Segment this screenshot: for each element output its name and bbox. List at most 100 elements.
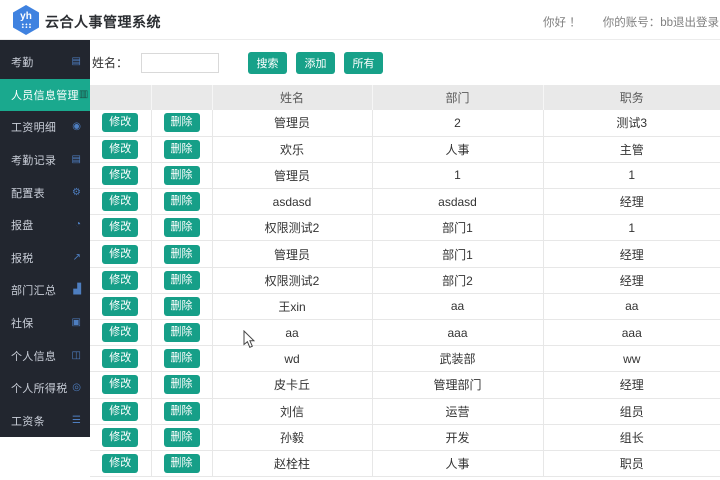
app-title: 云合人事管理系统: [45, 12, 161, 32]
cell-job: 经理: [543, 372, 720, 398]
edit-button[interactable]: 修改: [102, 245, 138, 264]
header-name: 姓名: [212, 85, 372, 110]
header-dept: 部门: [372, 85, 543, 110]
edit-button[interactable]: 修改: [102, 113, 138, 132]
cell-name: 赵栓柱: [212, 450, 372, 476]
delete-button[interactable]: 删除: [164, 349, 200, 368]
cell-name: wd: [212, 346, 372, 372]
cell-name: 管理员: [212, 162, 372, 188]
sidebar-item-label: 工资条: [11, 413, 45, 429]
edit-button[interactable]: 修改: [102, 192, 138, 211]
sidebar-item-attendance-record[interactable]: 考勤记录 ▤: [0, 144, 90, 177]
delete-button[interactable]: 删除: [164, 297, 200, 316]
edit-button[interactable]: 修改: [102, 297, 138, 316]
sidebar-item-tax-report[interactable]: 报税 ↗: [0, 242, 90, 275]
chart-up-icon: ↗: [73, 253, 81, 263]
table-row: 修改 删除 管理员 部门1 经理: [90, 241, 720, 267]
sidebar-item-label: 个人信息: [11, 348, 56, 364]
table-header-row: 姓名 部门 职务: [90, 85, 720, 110]
cell-name: 管理员: [212, 241, 372, 267]
all-button[interactable]: 所有: [344, 52, 383, 74]
bar-chart-icon: ▟: [73, 285, 81, 295]
cell-name: 皮卡丘: [212, 372, 372, 398]
cell-job: aa: [543, 293, 720, 319]
cell-dept: 武装部: [372, 346, 543, 372]
cell-dept: asdasd: [372, 189, 543, 215]
delete-button[interactable]: 删除: [164, 140, 200, 159]
sidebar-nav: 考勤 ▤ 人员信息管理 ▥ 工资明细 ◉ 考勤记录 ▤ 配置表 ⚙ 报盘 ◔ 报…: [0, 40, 90, 437]
sidebar-item-config-table[interactable]: 配置表 ⚙: [0, 176, 90, 209]
cell-dept: 开发: [372, 424, 543, 450]
cell-name: 权限测试2: [212, 267, 372, 293]
table-row: 修改 删除 赵栓柱 人事 职员: [90, 450, 720, 476]
edit-button[interactable]: 修改: [102, 166, 138, 185]
table-row: 修改 删除 权限测试2 部门1 1: [90, 215, 720, 241]
edit-button[interactable]: 修改: [102, 375, 138, 394]
edit-button[interactable]: 修改: [102, 140, 138, 159]
add-button[interactable]: 添加: [296, 52, 335, 74]
edit-button[interactable]: 修改: [102, 402, 138, 421]
edit-button[interactable]: 修改: [102, 218, 138, 237]
sidebar-item-label: 社保: [11, 315, 34, 331]
edit-button[interactable]: 修改: [102, 428, 138, 447]
sidebar-item-salary-detail[interactable]: 工资明细 ◉: [0, 111, 90, 144]
sidebar-item-department-summary[interactable]: 部门汇总 ▟: [0, 274, 90, 307]
table-row: 修改 删除 欢乐 人事 主管: [90, 136, 720, 162]
cell-job: ww: [543, 346, 720, 372]
delete-button[interactable]: 删除: [164, 454, 200, 473]
delete-button[interactable]: 删除: [164, 113, 200, 132]
delete-button[interactable]: 删除: [164, 323, 200, 342]
cell-job: 经理: [543, 241, 720, 267]
delete-button[interactable]: 删除: [164, 375, 200, 394]
edit-button[interactable]: 修改: [102, 349, 138, 368]
sidebar-item-attendance[interactable]: 考勤 ▤: [0, 46, 90, 79]
cell-name: 欢乐: [212, 136, 372, 162]
table-row: 修改 删除 王xin aa aa: [90, 293, 720, 319]
attendance-record-icon: ▤: [72, 155, 81, 165]
sidebar-item-social-security[interactable]: 社保 ▣: [0, 307, 90, 340]
delete-button[interactable]: 删除: [164, 218, 200, 237]
sidebar-item-label: 报税: [11, 250, 34, 266]
delete-button[interactable]: 删除: [164, 402, 200, 421]
header-edit-column: [90, 85, 151, 110]
main-content: 姓名： 搜索 添加 所有 姓名 部门 职务 修改 删除: [90, 40, 720, 480]
cell-dept: 部门2: [372, 267, 543, 293]
delete-button[interactable]: 删除: [164, 271, 200, 290]
cell-dept: aaa: [372, 320, 543, 346]
cell-dept: 运营: [372, 398, 543, 424]
table-row: 修改 删除 管理员 1 1: [90, 162, 720, 188]
sidebar-item-payslip[interactable]: 工资条 ☰: [0, 405, 90, 438]
cell-dept: 部门1: [372, 241, 543, 267]
cell-name: 刘信: [212, 398, 372, 424]
delete-button[interactable]: 删除: [164, 245, 200, 264]
cell-job: 1: [543, 215, 720, 241]
header-job: 职务: [543, 85, 720, 110]
sidebar-item-report-disk[interactable]: 报盘 ◔: [0, 209, 90, 242]
logout-link[interactable]: 退出登录: [673, 14, 719, 30]
delete-button[interactable]: 删除: [164, 166, 200, 185]
name-filter-input[interactable]: [141, 53, 219, 73]
edit-button[interactable]: 修改: [102, 323, 138, 342]
sidebar-item-personal-info[interactable]: 个人信息 ◫: [0, 339, 90, 372]
top-bar: yh 云合人事管理系统 你好 ！ 你的账号：bb 退出登录: [0, 0, 720, 40]
sidebar-item-label: 部门汇总: [11, 282, 56, 298]
sidebar-item-personnel-info[interactable]: 人员信息管理 ▥: [0, 79, 90, 112]
cell-job: 经理: [543, 267, 720, 293]
table-row: 修改 删除 asdasd asdasd 经理: [90, 189, 720, 215]
id-card-icon: ◫: [72, 351, 81, 361]
delete-button[interactable]: 删除: [164, 428, 200, 447]
table-row: 修改 删除 刘信 运营 组员: [90, 398, 720, 424]
shield-icon: ▣: [72, 318, 81, 328]
table-row: 修改 删除 wd 武装部 ww: [90, 346, 720, 372]
cell-job: 1: [543, 162, 720, 188]
sidebar-item-income-tax[interactable]: 个人所得税 ◎: [0, 372, 90, 405]
search-button[interactable]: 搜索: [248, 52, 287, 74]
personnel-info-icon: ▥: [79, 90, 88, 100]
edit-button[interactable]: 修改: [102, 271, 138, 290]
cell-dept: 管理部门: [372, 372, 543, 398]
sidebar-item-label: 工资明细: [11, 119, 56, 135]
delete-button[interactable]: 删除: [164, 192, 200, 211]
cell-name: 管理员: [212, 110, 372, 136]
cell-dept: 人事: [372, 450, 543, 476]
edit-button[interactable]: 修改: [102, 454, 138, 473]
